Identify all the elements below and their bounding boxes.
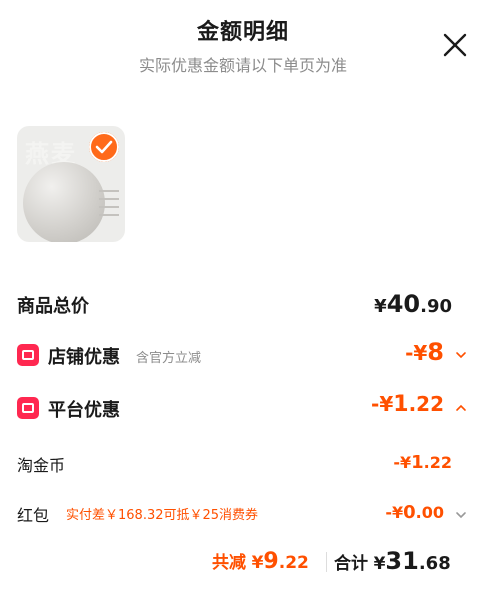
chevron-up-icon[interactable] [454, 401, 468, 415]
grand-total: 合计 ¥31.68 [334, 547, 451, 575]
platform-badge-icon [17, 397, 39, 419]
product-spec-lines [99, 190, 119, 222]
chevron-down-icon[interactable] [454, 508, 468, 522]
total-price-value: ¥40.90 [374, 290, 452, 318]
platform-discount-prefix: -¥ [371, 392, 394, 416]
hongbao-amount[interactable]: -¥0.00 [385, 502, 444, 523]
taojinbi-dec: .22 [423, 453, 452, 472]
shop-discount-amount[interactable]: -¥8 [405, 338, 444, 366]
hongbao-int: 0 [403, 502, 416, 523]
platform-discount-amount[interactable]: -¥1.22 [371, 392, 444, 417]
saved-dec: .22 [278, 553, 309, 573]
hongbao-prefix: -¥ [385, 503, 404, 522]
platform-discount-int: 1 [393, 392, 409, 417]
shop-discount-note: 含官方立减 [136, 351, 202, 366]
saved-summary: 共减 ¥9.22 [212, 548, 309, 574]
hongbao-note: 实付差￥168.32可抵￥25消费券 [66, 508, 259, 523]
saved-int: 9 [263, 549, 279, 574]
close-icon[interactable] [440, 30, 470, 60]
product-image[interactable]: 燕麦 [17, 126, 125, 242]
taojinbi-prefix: -¥ [393, 453, 412, 472]
shop-discount-value: 8 [427, 338, 444, 366]
product-ball-graphic [23, 162, 105, 242]
saved-label: 共减 [212, 553, 246, 573]
saved-currency: ¥ [251, 553, 264, 573]
shop-discount-prefix: -¥ [405, 341, 428, 365]
grand-total-dec: .68 [418, 553, 451, 574]
chevron-down-icon[interactable] [454, 348, 468, 362]
total-currency: ¥ [374, 296, 387, 317]
page-title: 金额明细 [196, 20, 289, 45]
page-subtitle: 实际优惠金额请以下单页为准 [138, 56, 347, 75]
taojinbi-label: 淘金币 [17, 456, 66, 475]
shop-discount-label: 店铺优惠 [48, 347, 120, 368]
total-int: 40 [386, 290, 421, 318]
summary-divider [326, 552, 327, 572]
total-dec: .90 [420, 296, 452, 317]
grand-total-int: 31 [385, 547, 419, 575]
total-price-label: 商品总价 [17, 296, 89, 317]
platform-discount-dec: .22 [408, 392, 444, 416]
shop-badge-icon [17, 344, 39, 366]
hongbao-label: 红包 [17, 506, 50, 525]
taojinbi-amount: -¥1.22 [393, 452, 452, 473]
grand-total-currency: ¥ [373, 554, 386, 574]
check-icon [89, 132, 119, 162]
hongbao-dec: .00 [415, 503, 444, 522]
platform-discount-label: 平台优惠 [48, 400, 120, 421]
taojinbi-int: 1 [411, 452, 424, 473]
grand-total-label: 合计 [334, 554, 368, 574]
